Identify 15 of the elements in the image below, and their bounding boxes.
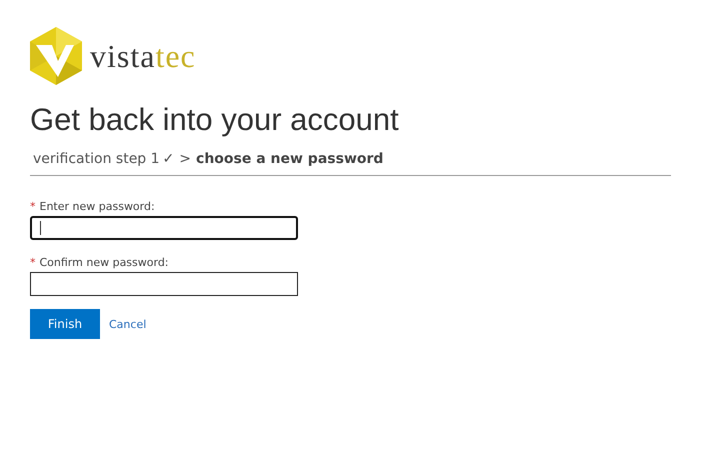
- hexagon-logo-icon: [30, 27, 82, 85]
- required-mark: *: [30, 256, 36, 269]
- finish-button[interactable]: Finish: [30, 309, 100, 339]
- logo-wordmark: vistatec: [90, 40, 196, 72]
- password-field[interactable]: [30, 216, 298, 240]
- cancel-link[interactable]: Cancel: [109, 318, 146, 330]
- breadcrumb-separator: >: [179, 151, 192, 167]
- field-label: Confirm new password:: [40, 256, 169, 269]
- password-field[interactable]: [30, 272, 298, 296]
- required-mark: *: [30, 200, 36, 213]
- check-mark: ✓: [162, 151, 174, 167]
- breadcrumb-step: choose a new password: [196, 151, 384, 167]
- page-heading: Get back into your account: [30, 101, 400, 139]
- breadcrumb-step: verification step 1: [33, 151, 160, 167]
- field-label: Enter new password:: [40, 200, 155, 213]
